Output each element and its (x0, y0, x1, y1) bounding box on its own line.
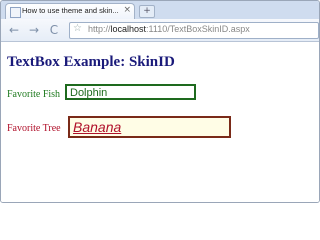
url-path: :1110/TextBoxSkinID.aspx (146, 24, 250, 34)
address-bar[interactable]: ☆ http://localhost:1110/TextBoxSkinID.as… (69, 22, 319, 39)
url-scheme: http:// (88, 24, 111, 34)
bookmark-star-icon[interactable]: ☆ (73, 23, 82, 34)
favorite-fish-label: Favorite Fish (7, 89, 61, 100)
forward-arrow-icon[interactable]: → (27, 23, 41, 37)
url-host: localhost (110, 24, 147, 34)
page-heading: TextBox Example: SkinID (7, 54, 175, 70)
reload-icon[interactable]: C (47, 23, 61, 37)
favorite-tree-label: Favorite Tree (7, 123, 61, 134)
browser-toolbar: ← → C ☆ http://localhost:1110/TextBoxSki… (1, 19, 319, 42)
tab-title: How to use theme and skin... (22, 6, 119, 15)
favorite-fish-input[interactable]: Dolphin (65, 84, 196, 100)
page-favicon-icon (10, 7, 21, 18)
tab-close-icon[interactable]: × (123, 5, 131, 15)
back-arrow-icon[interactable]: ← (7, 23, 21, 37)
browser-window: How to use theme and skin... × + ← → C ☆… (0, 0, 320, 203)
page-content: TextBox Example: SkinID Favorite Fish Do… (1, 42, 319, 202)
favorite-tree-input[interactable]: Banana (68, 116, 231, 138)
tab-strip: How to use theme and skin... × + (1, 1, 319, 20)
address-url: http://localhost:1110/TextBoxSkinID.aspx (88, 24, 250, 34)
new-tab-button[interactable]: + (139, 5, 155, 18)
browser-tab[interactable]: How to use theme and skin... × (5, 3, 135, 20)
